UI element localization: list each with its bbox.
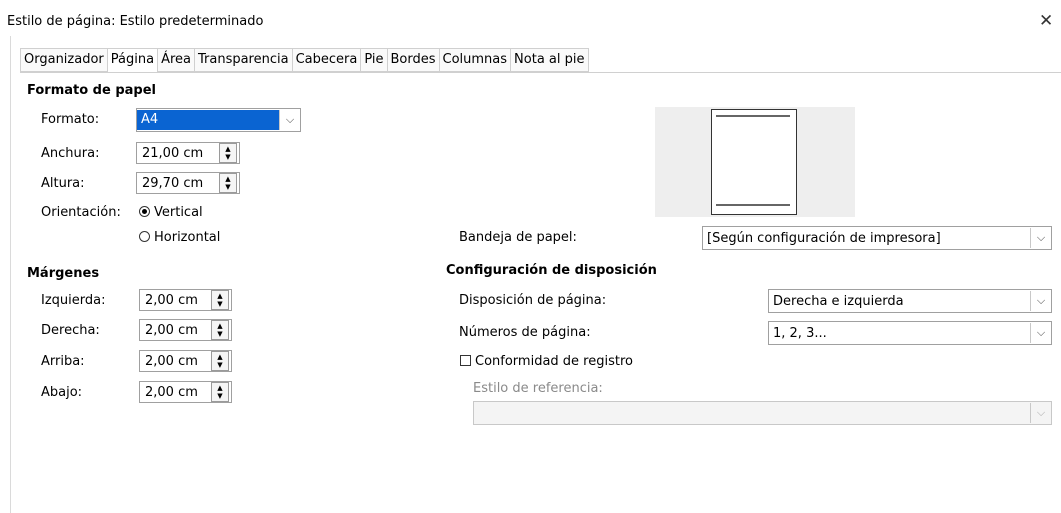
- tab-organizador[interactable]: Organizador: [20, 48, 107, 72]
- spin-up-icon[interactable]: ▲: [225, 175, 230, 183]
- spin-down-icon[interactable]: ▼: [217, 330, 222, 338]
- register-true-option[interactable]: Conformidad de registro: [460, 354, 633, 369]
- chevron-down-icon[interactable]: ⌵: [279, 110, 300, 130]
- margin-right-spinner[interactable]: ▲ ▼: [211, 320, 229, 340]
- width-label: Anchura:: [41, 146, 100, 161]
- dialog-title: Estilo de página: Estilo predeterminado: [7, 14, 264, 29]
- radio-landscape[interactable]: [139, 231, 150, 242]
- margin-bottom-label: Abajo:: [41, 385, 83, 400]
- margin-left-spinner[interactable]: ▲ ▼: [211, 290, 229, 310]
- tab-bordes[interactable]: Bordes: [386, 48, 439, 72]
- page-preview: [655, 107, 855, 217]
- margin-top-field[interactable]: 2,00 cm ▲ ▼: [139, 350, 232, 372]
- reference-style-select[interactable]: ⌵: [473, 401, 1052, 425]
- format-label: Formato:: [41, 112, 100, 127]
- width-field[interactable]: 21,00 cm ▲ ▼: [136, 142, 240, 164]
- height-field[interactable]: 29,70 cm ▲ ▼: [136, 172, 240, 194]
- spin-up-icon[interactable]: ▲: [217, 292, 222, 300]
- tab-columnas[interactable]: Columnas: [438, 48, 511, 72]
- tray-value: [Según configuración de impresora]: [707, 230, 941, 246]
- margin-right-field[interactable]: 2,00 cm ▲ ▼: [139, 319, 232, 341]
- chevron-down-icon[interactable]: ⌵: [1030, 323, 1051, 343]
- page-numbers-select[interactable]: 1, 2, 3... ⌵: [768, 321, 1052, 345]
- height-spinner[interactable]: ▲ ▼: [219, 173, 237, 193]
- tray-select[interactable]: [Según configuración de impresora] ⌵: [702, 226, 1052, 250]
- spin-down-icon[interactable]: ▼: [225, 153, 230, 161]
- preview-bottom-margin: [716, 204, 790, 206]
- tab-divider: [20, 72, 1061, 73]
- page-layout-select[interactable]: Derecha e izquierda ⌵: [768, 289, 1052, 313]
- margin-bottom-spinner[interactable]: ▲ ▼: [211, 382, 229, 402]
- margin-left-label: Izquierda:: [41, 293, 106, 308]
- reference-style-label: Estilo de referencia:: [473, 381, 603, 396]
- tab-bar: Organizador Página Área Transparencia Ca…: [20, 48, 589, 73]
- page-layout-label: Disposición de página:: [459, 293, 607, 308]
- register-true-label: Conformidad de registro: [475, 354, 633, 369]
- spin-down-icon[interactable]: ▼: [217, 361, 222, 369]
- dialog-left-border: [10, 36, 11, 513]
- margins-heading: Márgenes: [27, 266, 100, 281]
- orientation-label: Orientación:: [41, 205, 121, 220]
- margin-bottom-field[interactable]: 2,00 cm ▲ ▼: [139, 381, 232, 403]
- radio-portrait[interactable]: [139, 206, 150, 217]
- height-value: 29,70 cm: [142, 175, 204, 191]
- height-label: Altura:: [41, 176, 85, 191]
- margin-left-value: 2,00 cm: [145, 292, 198, 308]
- spin-down-icon[interactable]: ▼: [217, 392, 222, 400]
- paper-format-heading: Formato de papel: [27, 83, 156, 98]
- spin-down-icon[interactable]: ▼: [217, 300, 222, 308]
- page-numbers-label: Números de página:: [459, 325, 591, 340]
- preview-page: [711, 109, 797, 215]
- register-true-checkbox[interactable]: [460, 355, 471, 366]
- preview-top-margin: [716, 115, 790, 117]
- margin-top-spinner[interactable]: ▲ ▼: [211, 351, 229, 371]
- format-select[interactable]: A4 ⌵: [136, 108, 301, 132]
- spin-up-icon[interactable]: ▲: [225, 145, 230, 153]
- tab-nota-al-pie[interactable]: Nota al pie: [510, 48, 589, 72]
- orientation-landscape[interactable]: Horizontal: [139, 230, 220, 245]
- margin-top-label: Arriba:: [41, 354, 85, 369]
- spin-up-icon[interactable]: ▲: [217, 322, 222, 330]
- chevron-down-icon[interactable]: ⌵: [1030, 228, 1051, 248]
- margin-bottom-value: 2,00 cm: [145, 384, 198, 400]
- portrait-label: Vertical: [154, 205, 203, 220]
- orientation-portrait[interactable]: Vertical: [139, 205, 203, 220]
- page-layout-value: Derecha e izquierda: [773, 293, 904, 309]
- spin-down-icon[interactable]: ▼: [225, 183, 230, 191]
- margin-left-field[interactable]: 2,00 cm ▲ ▼: [139, 289, 232, 311]
- margin-right-label: Derecha:: [41, 323, 100, 338]
- chevron-down-icon[interactable]: ⌵: [1030, 403, 1051, 423]
- spin-up-icon[interactable]: ▲: [217, 353, 222, 361]
- tab-pagina[interactable]: Página: [106, 48, 158, 73]
- layout-heading: Configuración de disposición: [446, 263, 657, 278]
- close-icon[interactable]: ✕: [1039, 11, 1053, 31]
- tab-area[interactable]: Área: [157, 48, 194, 72]
- tab-pie[interactable]: Pie: [360, 48, 387, 72]
- width-spinner[interactable]: ▲ ▼: [219, 143, 237, 163]
- tray-label: Bandeja de papel:: [459, 230, 577, 245]
- spin-up-icon[interactable]: ▲: [217, 384, 222, 392]
- width-value: 21,00 cm: [142, 145, 204, 161]
- format-select-value: A4: [137, 110, 279, 130]
- landscape-label: Horizontal: [154, 230, 221, 245]
- page-numbers-value: 1, 2, 3...: [773, 325, 827, 341]
- tab-transparencia[interactable]: Transparencia: [193, 48, 292, 72]
- tab-cabecera[interactable]: Cabecera: [291, 48, 361, 72]
- chevron-down-icon[interactable]: ⌵: [1030, 291, 1051, 311]
- margin-top-value: 2,00 cm: [145, 353, 198, 369]
- margin-right-value: 2,00 cm: [145, 322, 198, 338]
